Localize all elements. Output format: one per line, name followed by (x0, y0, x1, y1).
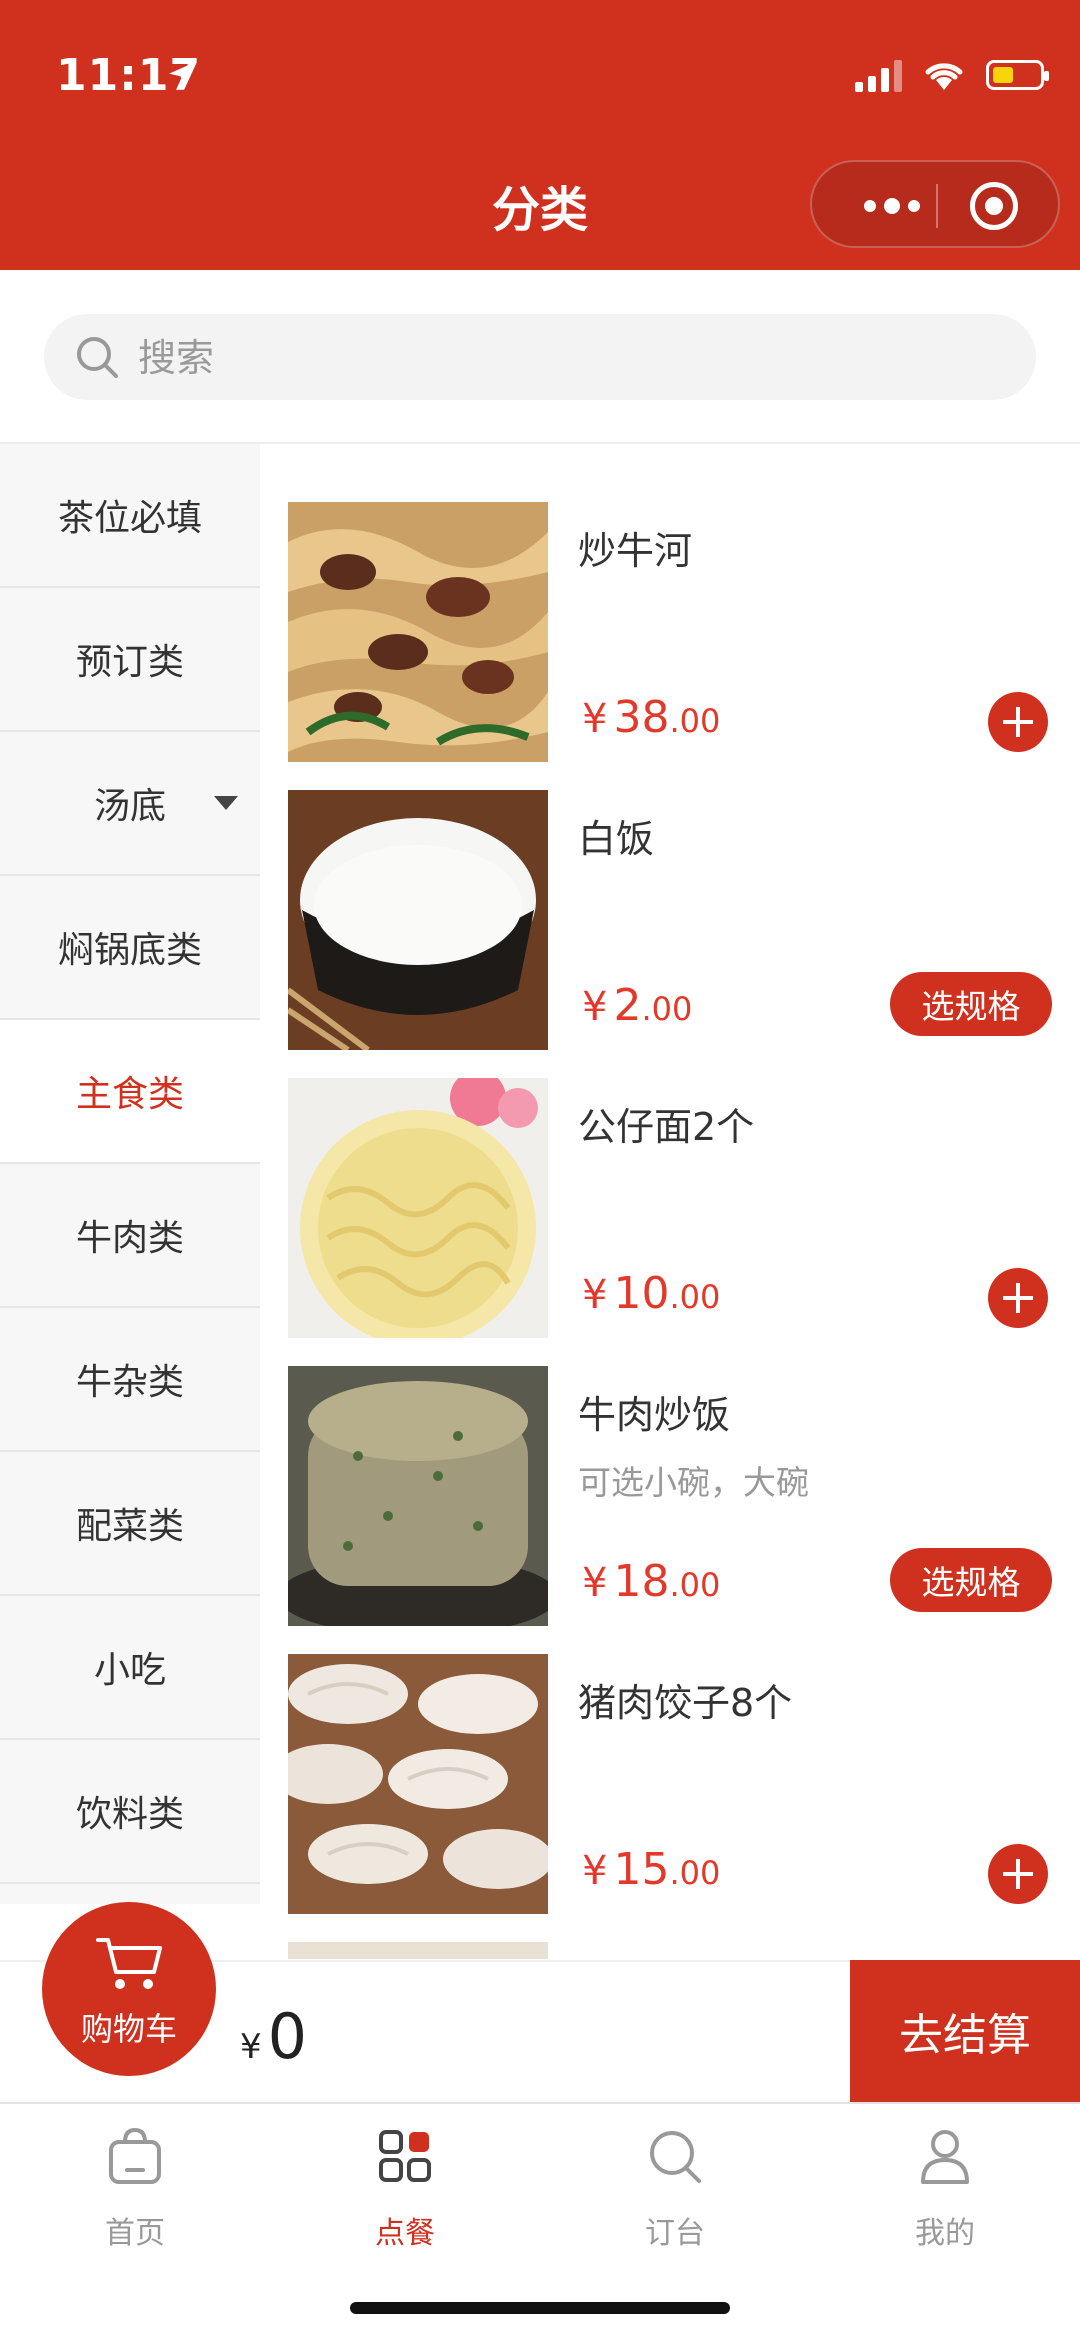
tab-home[interactable]: 首页 (0, 2124, 270, 2264)
add-to-cart-button[interactable] (988, 1268, 1048, 1328)
checkout-button[interactable]: 去结算 (850, 1960, 1080, 2102)
tab-order[interactable]: 点餐 (270, 2124, 540, 2264)
category-item[interactable]: 汤底 (0, 732, 260, 876)
product-price: ¥18.00 (582, 1556, 721, 1607)
search-icon (77, 337, 118, 378)
product-image (288, 1654, 548, 1914)
shopping-cart-icon (96, 1938, 162, 1989)
product-price: ¥38.00 (582, 692, 721, 743)
add-to-cart-button[interactable] (988, 1844, 1048, 1904)
search-box[interactable] (44, 314, 1036, 402)
product-image (288, 1078, 548, 1338)
location-arrow-icon (169, 62, 195, 88)
tab-reserve[interactable]: 订台 (540, 2124, 810, 2264)
category-item[interactable]: 牛肉类 (0, 1164, 260, 1308)
product-name: 白饭 (578, 817, 655, 861)
product-image (288, 1942, 548, 1959)
product-description: 可选小碗，大碗 (578, 1463, 809, 1502)
category-item[interactable]: 小吃 (0, 1596, 260, 1740)
grid-icon (379, 2130, 431, 2182)
category-item[interactable]: 饮料类 (0, 1740, 260, 1884)
product-image (288, 1366, 548, 1626)
battery-icon (986, 60, 1049, 90)
category-item[interactable]: 茶位必填 (0, 444, 260, 588)
product-image (288, 502, 548, 762)
status-indicators (855, 58, 1049, 92)
product-item[interactable]: 炒牛河 ¥38.00 (288, 502, 1058, 762)
top-bar: 11:17 分类 (0, 0, 1080, 270)
product-item[interactable]: 白饭 ¥2.00 选规格 (288, 790, 1058, 1050)
dropdown-triangle-icon (214, 796, 238, 810)
home-indicator (350, 2302, 730, 2314)
product-name: 牛肉炒饭 (578, 1393, 731, 1437)
user-icon (921, 2130, 969, 2184)
product-image (288, 790, 548, 1050)
search-section (0, 270, 1080, 444)
product-item-partial (288, 1942, 1058, 1959)
product-name: 公仔面2个 (578, 1105, 755, 1149)
category-item[interactable]: 配菜类 (0, 1452, 260, 1596)
select-spec-button[interactable]: 选规格 (890, 1548, 1052, 1612)
cart-button[interactable]: 购物车 (42, 1902, 216, 2076)
product-name: 炒牛河 (578, 529, 693, 573)
category-item-active[interactable]: 主食类 (0, 1020, 260, 1164)
bag-icon (109, 2127, 161, 2184)
cart-label: 购物车 (80, 2010, 177, 2048)
tab-profile[interactable]: 我的 (810, 2124, 1080, 2264)
cart-total: ¥0 (240, 2000, 308, 2073)
search-icon (650, 2131, 701, 2183)
close-target-icon[interactable] (970, 182, 1018, 230)
category-item[interactable]: 预订类 (0, 588, 260, 732)
product-price: ¥2.00 (582, 980, 693, 1031)
product-price: ¥15.00 (582, 1844, 721, 1895)
cellular-signal-icon (855, 58, 902, 92)
product-item[interactable]: 猪肉饺子8个 ¥15.00 (288, 1654, 1058, 1914)
product-list: 炒牛河 ¥38.00 白饭 ¥2.00 选规格 公仔面2个 ¥ 10.00 牛肉… (260, 444, 1080, 1959)
product-price: ¥10.00 (582, 1268, 721, 1319)
more-icon[interactable] (852, 188, 932, 224)
search-input[interactable] (136, 314, 1000, 402)
miniprogram-capsule (810, 160, 1060, 248)
add-to-cart-button[interactable] (988, 692, 1048, 752)
select-spec-button[interactable]: 选规格 (890, 972, 1052, 1036)
category-sidebar: 茶位必填 预订类 汤底 焖锅底类 主食类 牛肉类 牛杂类 配菜类 小吃 饮料类 (0, 444, 260, 1904)
product-item[interactable]: 公仔面2个 ¥10.00 (288, 1078, 1058, 1338)
wifi-icon (925, 63, 963, 90)
product-item[interactable]: 牛肉炒饭 可选小碗，大碗 ¥18.00 选规格 (288, 1366, 1058, 1626)
category-item[interactable]: 焖锅底类 (0, 876, 260, 1020)
category-item[interactable]: 牛杂类 (0, 1308, 260, 1452)
product-name: 猪肉饺子8个 (578, 1681, 793, 1725)
